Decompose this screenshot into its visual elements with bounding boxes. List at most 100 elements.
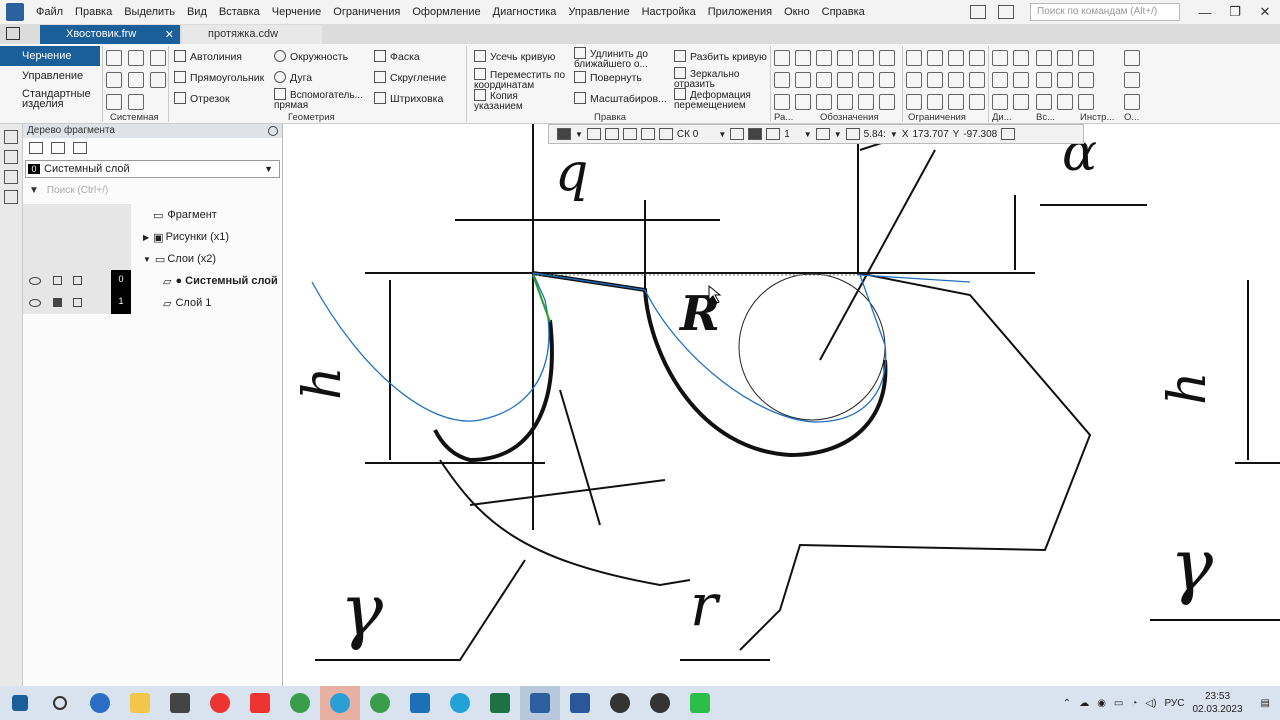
menu-view[interactable]: Вид [181, 6, 213, 18]
image2-icon[interactable] [1057, 72, 1073, 88]
expand-icon[interactable]: ▶ [143, 233, 149, 242]
mode-drawing[interactable]: Черчение [0, 46, 100, 66]
open-icon[interactable] [128, 50, 144, 66]
symbol-icon[interactable] [879, 72, 895, 88]
menu-manage[interactable]: Управление [562, 6, 635, 18]
chat-app-icon[interactable] [680, 686, 720, 720]
undo-icon[interactable] [106, 94, 122, 110]
round-icon[interactable] [730, 128, 745, 140]
grid-icon[interactable] [640, 128, 655, 140]
roughness-icon[interactable] [837, 50, 853, 66]
print-icon[interactable] [73, 276, 82, 285]
diag3-icon[interactable] [992, 72, 1008, 88]
tree-node-layers[interactable]: ▼ ▭ Слои (x2) [23, 248, 281, 270]
arc-dim-icon[interactable] [795, 72, 811, 88]
rotate-button[interactable]: Повернуть [574, 71, 642, 84]
zoom-scale-icon[interactable] [845, 128, 860, 140]
image-icon[interactable] [1036, 72, 1052, 88]
chevron-down-icon[interactable]: ▼ [890, 130, 898, 139]
menu-apps[interactable]: Приложения [702, 6, 778, 18]
tray-chevron-icon[interactable]: ⌃ [1063, 698, 1071, 709]
word-icon[interactable] [560, 686, 600, 720]
chain-dim-icon[interactable] [795, 94, 811, 110]
axis-icon[interactable] [879, 94, 895, 110]
kompas-icon[interactable] [520, 686, 560, 720]
aux-line-button[interactable]: Вспомогатель... прямая [274, 88, 366, 111]
excel-icon[interactable] [480, 686, 520, 720]
perpendicular-icon[interactable] [948, 50, 964, 66]
fillet-button[interactable]: Скругление [374, 71, 446, 84]
mode-standard-parts[interactable]: Стандартные изделия [0, 86, 100, 114]
chevron-down-icon[interactable]: ▼ [575, 130, 583, 139]
save-icon[interactable] [150, 50, 166, 66]
measure-icon[interactable] [604, 128, 619, 140]
other3-icon[interactable] [1124, 94, 1140, 110]
move-coords-button[interactable]: Переместить по координатам [474, 68, 572, 91]
pipette-icon[interactable] [1001, 128, 1016, 140]
tangent-icon[interactable] [969, 50, 985, 66]
base-icon[interactable] [858, 50, 874, 66]
diag6-icon[interactable] [1013, 94, 1029, 110]
photos-icon[interactable] [400, 686, 440, 720]
leader-icon[interactable] [879, 50, 895, 66]
menu-file[interactable]: Файл [30, 6, 69, 18]
tree-node-drawings[interactable]: ▶ ▣ Рисунки (x1) [23, 226, 281, 248]
rectangle-button[interactable]: Прямоугольник [174, 71, 264, 84]
chrome-icon[interactable] [280, 686, 320, 720]
blue-spline-right[interactable] [532, 272, 971, 423]
tree-panel-icon[interactable] [4, 130, 18, 144]
media-player-icon[interactable] [640, 686, 680, 720]
search-icon[interactable] [40, 686, 80, 720]
lock-icon[interactable] [53, 298, 62, 307]
layer-icon[interactable] [29, 142, 43, 154]
app-c-icon[interactable] [440, 686, 480, 720]
collapse-icon[interactable]: ▼ [143, 255, 151, 264]
split-curve-button[interactable]: Разбить кривую [674, 50, 767, 63]
close-button[interactable]: ✕ [1250, 4, 1280, 20]
start-button[interactable] [0, 686, 40, 720]
redo-icon[interactable] [128, 94, 144, 110]
menu-format[interactable]: Оформление [406, 6, 486, 18]
tab-protyazhka[interactable]: протяжка.cdw [182, 25, 322, 44]
equal-icon[interactable] [906, 94, 922, 110]
insert-icon[interactable] [1036, 50, 1052, 66]
notifications-icon[interactable]: ▤ [1261, 698, 1270, 709]
network-icon[interactable]: ◔ [1131, 698, 1137, 709]
collinear-icon[interactable] [927, 72, 943, 88]
other2-icon[interactable] [1124, 72, 1140, 88]
language-indicator[interactable]: РУС [1164, 698, 1184, 709]
command-search-input[interactable]: Поиск по командам (Alt+/) [1030, 3, 1180, 21]
ins2-icon[interactable] [1057, 94, 1073, 110]
layer-row-1[interactable]: 1 ▱ Слой 1 [23, 292, 281, 314]
print-icon[interactable] [106, 72, 122, 88]
drawing-canvas[interactable]: q α h h r γ γ R [283, 124, 1280, 686]
store-icon[interactable] [160, 686, 200, 720]
step-icon[interactable] [766, 128, 781, 140]
settings-icon[interactable] [600, 686, 640, 720]
autoline-button[interactable]: Автолиния [174, 50, 242, 63]
extend-button[interactable]: Удлинить до ближайшего о... [574, 47, 674, 70]
chevron-down-icon[interactable]: ▼ [264, 164, 273, 174]
diameter-icon[interactable] [795, 50, 811, 66]
menu-constraints[interactable]: Ограничения [327, 6, 406, 18]
equal-sign-icon[interactable] [927, 94, 943, 110]
home-icon[interactable] [6, 27, 20, 40]
fix-icon[interactable] [948, 72, 964, 88]
tab-hvostovik[interactable]: Хвостовик.frw ✕ [40, 25, 180, 44]
menu-help[interactable]: Справка [816, 6, 871, 18]
visibility-eye-icon[interactable] [29, 299, 41, 307]
volume-icon[interactable]: ◁) [1145, 698, 1156, 709]
menu-edit[interactable]: Правка [69, 6, 118, 18]
arc-button[interactable]: Дуга [274, 71, 312, 84]
tray-app-icon[interactable]: ◉ [1097, 698, 1106, 709]
diag4-icon[interactable] [1013, 72, 1029, 88]
green-segment[interactable] [532, 274, 551, 323]
menu-insert[interactable]: Вставка [213, 6, 266, 18]
copy-button[interactable]: Копия указанием [474, 89, 564, 112]
text-icon[interactable] [816, 94, 832, 110]
coincident-icon[interactable] [969, 72, 985, 88]
menu-drawing[interactable]: Черчение [266, 6, 328, 18]
segment-button[interactable]: Отрезок [174, 92, 230, 105]
snap-icon[interactable] [557, 128, 571, 140]
tab-close-icon[interactable]: ✕ [165, 28, 174, 41]
